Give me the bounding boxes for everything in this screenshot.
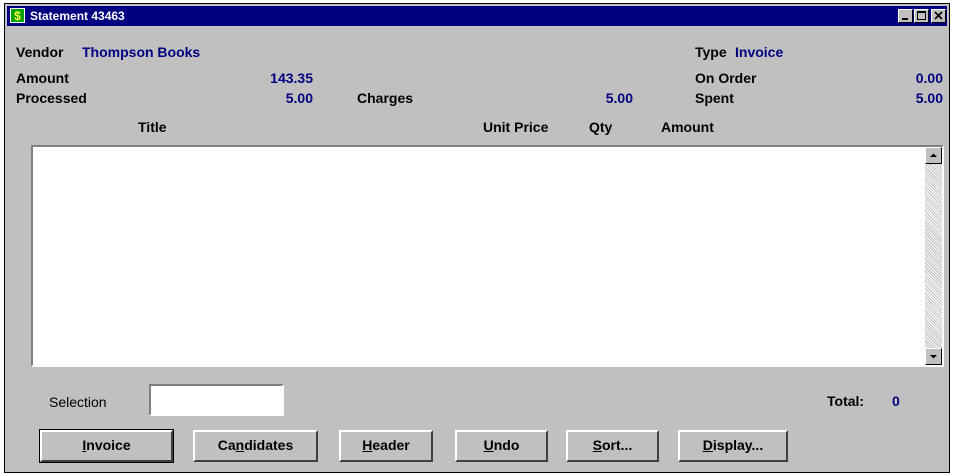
minimize-icon — [902, 18, 908, 20]
spent-value: 5.00 — [915, 90, 943, 106]
type-value: Invoice — [735, 44, 784, 60]
type-label: Type — [695, 44, 727, 60]
maximize-button[interactable] — [914, 9, 929, 23]
vendor-value: Thompson Books — [82, 44, 201, 60]
column-qty[interactable]: Qty — [589, 119, 612, 135]
close-button[interactable] — [931, 9, 946, 23]
charges-label: Charges — [357, 90, 414, 106]
processed-value: 5.00 — [285, 90, 313, 106]
minimize-button[interactable] — [898, 9, 913, 23]
scroll-down-button[interactable] — [925, 348, 942, 365]
selection-input[interactable] — [149, 384, 284, 416]
spent-label: Spent — [695, 90, 734, 106]
undo-button[interactable]: Undo — [455, 430, 548, 462]
total-value: 0 — [892, 393, 900, 409]
column-unit-price[interactable]: Unit Price — [483, 119, 548, 135]
dollar-app-icon[interactable]: $ — [10, 8, 25, 23]
scroll-up-arrow-icon — [930, 153, 937, 157]
scroll-up-button[interactable] — [925, 147, 942, 164]
column-amount[interactable]: Amount — [661, 119, 714, 135]
on-order-value: 0.00 — [915, 70, 943, 86]
charges-value: 5.00 — [605, 90, 633, 106]
vertical-scrollbar[interactable] — [925, 147, 942, 365]
selection-label: Selection — [49, 394, 107, 410]
title-bar[interactable]: $ Statement 43463 — [7, 6, 947, 26]
display-button[interactable]: Display... — [678, 430, 788, 462]
sort-button[interactable]: Sort... — [566, 430, 659, 462]
maximize-icon — [917, 11, 926, 20]
statement-window: $ Statement 43463 Vendor Thompson Books … — [4, 3, 950, 473]
scroll-down-arrow-icon — [930, 355, 937, 359]
amount-value: 143.35 — [270, 70, 313, 86]
window-title: Statement 43463 — [30, 9, 125, 23]
processed-label: Processed — [16, 90, 87, 106]
vendor-label: Vendor — [16, 44, 64, 60]
on-order-label: On Order — [695, 70, 757, 86]
total-label: Total: — [827, 393, 865, 409]
column-title[interactable]: Title — [138, 119, 167, 135]
invoice-button[interactable]: Invoice — [39, 429, 174, 463]
header-button[interactable]: Header — [339, 430, 433, 462]
close-icon — [934, 11, 943, 20]
candidates-button[interactable]: Candidates — [193, 430, 318, 462]
amount-label: Amount — [16, 70, 69, 86]
items-list[interactable] — [31, 145, 944, 367]
